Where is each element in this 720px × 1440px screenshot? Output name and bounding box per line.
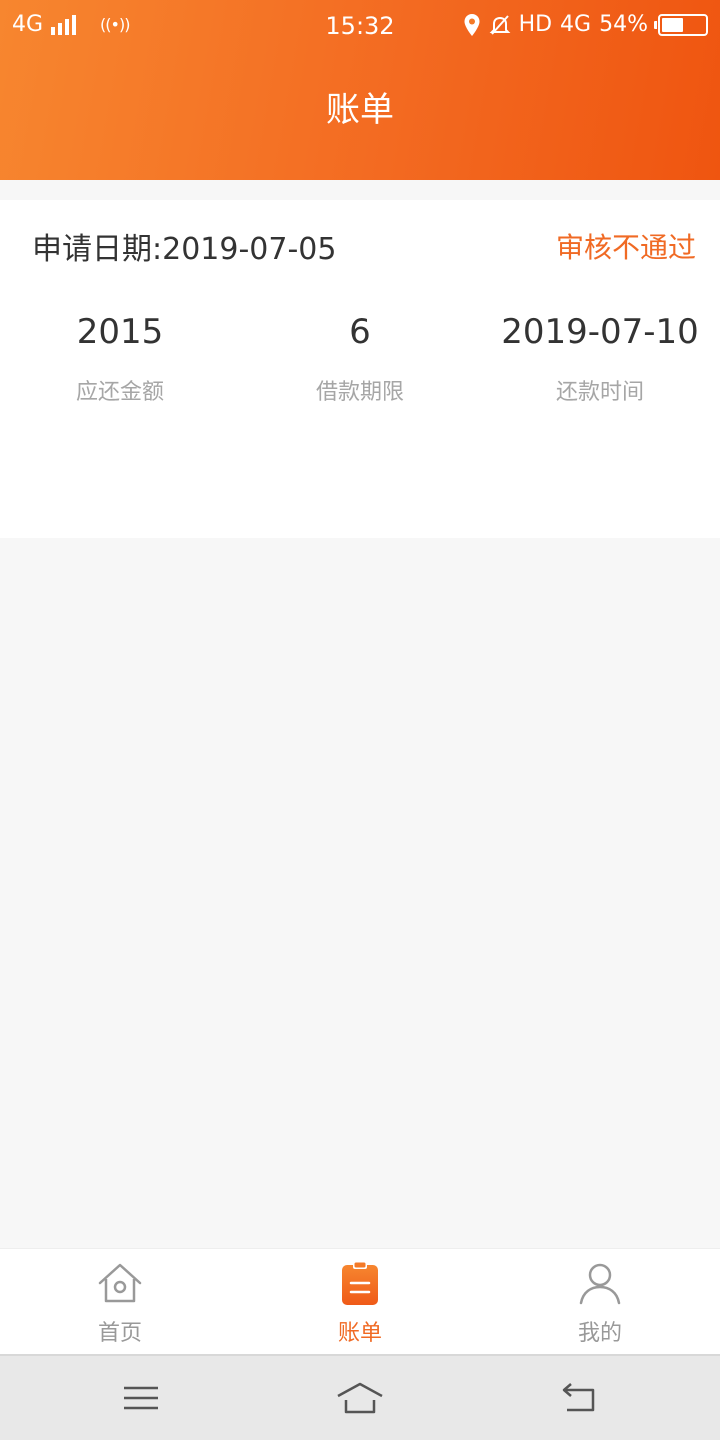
home-nav-icon[interactable]: [336, 1378, 384, 1418]
hd-indicator: HD: [518, 12, 553, 37]
header: 4G ((•)) 15:32 HD 4G 54% 账单: [0, 0, 720, 180]
bill-card[interactable]: 申请日期:2019-07-05 审核不通过 2015 应还金额 6 借款期限 2…: [0, 200, 720, 538]
tab-bill[interactable]: 账单: [240, 1249, 480, 1354]
mute-bell-icon: [489, 14, 510, 35]
tab-profile[interactable]: 我的: [480, 1249, 720, 1354]
home-icon: [98, 1263, 142, 1303]
tab-home[interactable]: 首页: [0, 1249, 240, 1354]
battery-percent: 54%: [599, 12, 648, 37]
location-icon: [464, 13, 480, 36]
stat-label: 还款时间: [555, 380, 644, 405]
page-title: 账单: [326, 90, 394, 130]
stat-label: 应还金额: [75, 380, 164, 405]
stat-amount-due: 2015 应还金额: [0, 308, 240, 406]
bill-icon: [342, 1261, 378, 1305]
tab-label: 我的: [577, 1321, 622, 1346]
apply-date: 申请日期:2019-07-05: [32, 232, 337, 267]
stat-value: 2015: [76, 312, 164, 352]
status-right: HD 4G 54%: [463, 12, 708, 37]
stat-loan-term: 6 借款期限: [240, 308, 480, 406]
stat-label: 借款期限: [315, 380, 404, 405]
status-bar: 4G ((•)) 15:32 HD 4G 54%: [0, 0, 720, 52]
bill-stats: 2015 应还金额 6 借款期限 2019-07-10 还款时间: [0, 308, 720, 406]
back-icon[interactable]: [555, 1378, 603, 1418]
stat-value: 6: [349, 312, 371, 352]
profile-icon: [579, 1263, 621, 1305]
network-type-right: 4G: [560, 12, 592, 37]
status-badge: 审核不通过: [555, 231, 696, 264]
menu-icon[interactable]: [117, 1378, 165, 1418]
tab-bar: 首页 账单 我的: [0, 1248, 720, 1354]
stat-repay-date: 2019-07-10 还款时间: [480, 308, 720, 406]
tab-label: 账单: [337, 1321, 382, 1346]
tab-label: 首页: [97, 1321, 142, 1346]
battery-icon: [654, 13, 708, 36]
system-nav-bar: [0, 1354, 720, 1440]
stat-value: 2019-07-10: [501, 312, 699, 352]
